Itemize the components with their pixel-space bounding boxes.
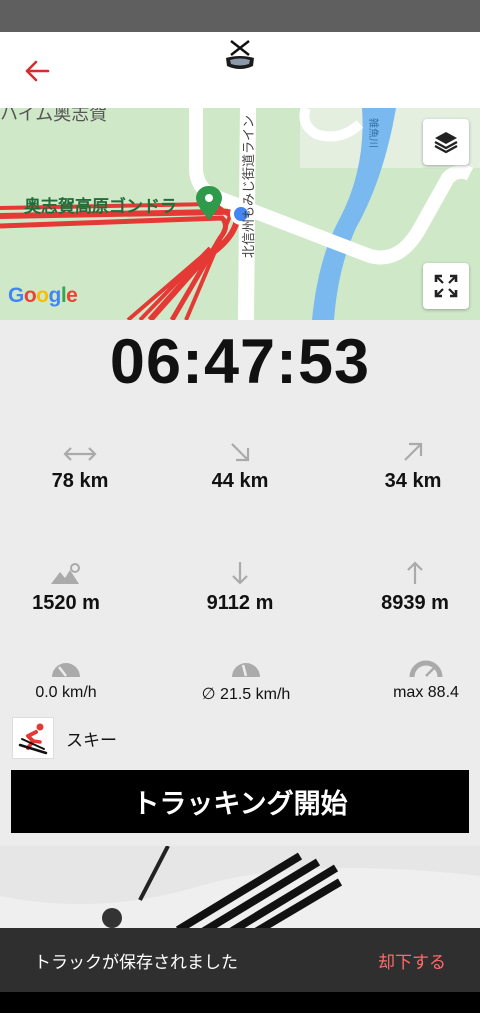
system-nav-bar xyxy=(0,992,480,1013)
ascent-value: 8939 m xyxy=(381,592,449,614)
snackbar-message: トラックが保存されました xyxy=(34,952,238,973)
arrow-left-icon xyxy=(25,60,50,82)
route-map[interactable]: ハイム奥志賀 奥志賀高原ゴンドラ 北信州もみじ街道ライン 雑魚川 Google xyxy=(0,108,480,320)
back-button[interactable] xyxy=(20,54,54,88)
stat-distance: 78 km xyxy=(0,436,160,493)
skier-icon xyxy=(18,723,48,755)
sport-icon-box xyxy=(12,717,54,759)
fullscreen-icon xyxy=(434,274,458,298)
distance-value: 78 km xyxy=(51,470,109,492)
max-speed-value: max 88.4 xyxy=(393,684,459,701)
sport-selector[interactable]: スキー xyxy=(12,716,117,760)
app-bar xyxy=(0,32,480,108)
arrow-down-right-icon xyxy=(231,443,250,462)
status-bar xyxy=(0,0,480,32)
horizontal-arrows-icon xyxy=(63,447,97,461)
elapsed-time: 06:47:53 xyxy=(109,327,371,397)
map-place-label: ハイム奥志賀 xyxy=(0,108,108,125)
altitude-value: 1520 m xyxy=(32,592,100,614)
speedometer-icon xyxy=(232,663,260,677)
stat-uphill-distance: 34 km xyxy=(333,436,480,493)
stat-downhill-distance: 44 km xyxy=(160,436,320,493)
google-attribution: Google xyxy=(8,284,78,307)
layers-icon xyxy=(434,132,458,154)
mountain-pin-icon xyxy=(51,563,80,584)
descent-value: 9112 m xyxy=(206,592,274,614)
stat-max-speed: max 88.4 xyxy=(346,650,480,702)
sport-label: スキー xyxy=(66,730,117,751)
stat-descent: 9112 m xyxy=(160,558,320,615)
map-river-label: 雑魚川 xyxy=(367,118,378,148)
map-gondola-label: 奥志賀高原ゴンドラ xyxy=(24,197,177,217)
map-layers-button[interactable] xyxy=(423,119,469,165)
stat-ascent: 8939 m xyxy=(335,558,480,615)
snackbar: トラックが保存されました 却下する xyxy=(0,928,480,992)
stat-current-speed: 0.0 km/h xyxy=(0,650,146,702)
stat-average-speed: ∅ 21.5 km/h xyxy=(166,650,326,704)
map-road-label: 北信州もみじ街道ライン xyxy=(242,114,257,258)
start-tracking-button[interactable]: トラッキング開始 xyxy=(11,770,469,833)
speedometer-icon xyxy=(52,663,80,677)
app-logo xyxy=(226,40,254,69)
downhill-distance-value: 44 km xyxy=(211,470,269,492)
arrow-down-icon xyxy=(232,562,248,585)
stat-altitude: 1520 m xyxy=(0,558,146,615)
speedometer-icon xyxy=(409,660,443,678)
current-speed-value: 0.0 km/h xyxy=(35,684,97,701)
uphill-distance-value: 34 km xyxy=(384,470,442,492)
map-fullscreen-button[interactable] xyxy=(423,263,469,309)
snackbar-dismiss-button[interactable]: 却下する xyxy=(378,948,446,973)
average-speed-value: ∅ 21.5 km/h xyxy=(201,686,291,703)
arrow-up-icon xyxy=(407,561,423,584)
arrow-up-right-icon xyxy=(404,442,423,461)
